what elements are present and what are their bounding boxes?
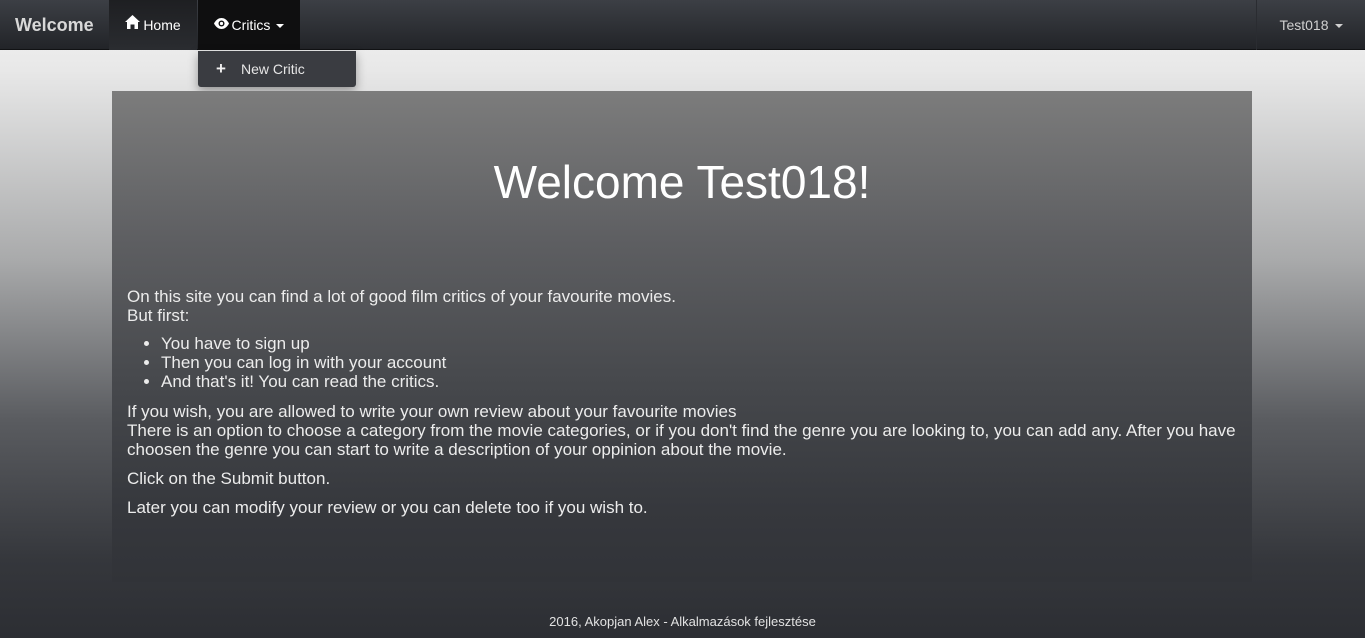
submit-info-text: Click on the Submit button. <box>127 469 331 488</box>
navbar-brand[interactable]: Welcome <box>0 0 109 50</box>
footer-text: 2016, Akopjan Alex - Alkalmazások fejles… <box>549 614 816 629</box>
chevron-down-icon <box>1334 24 1343 29</box>
menu-item-label: New Critic <box>241 61 305 77</box>
intro-text: But first: <box>127 306 190 325</box>
list-item: Then you can log in with your account <box>161 353 1237 372</box>
nav-user-label: Test018 <box>1279 17 1329 33</box>
category-info-text: There is an option to choose a category … <box>127 421 1236 459</box>
review-info-text: If you wish, you are allowed to write yo… <box>127 402 737 421</box>
list-item: You have to sign up <box>161 334 1237 353</box>
list-item: And that's it! You can read the critics. <box>161 372 1237 391</box>
steps-list: You have to sign up Then you can log in … <box>127 334 1237 391</box>
nav-home-label: Home <box>143 17 181 33</box>
page-title: Welcome Test018! <box>493 156 871 208</box>
menu-item-new-critic[interactable]: + New Critic <box>198 51 356 87</box>
intro-text: On this site you can find a lot of good … <box>127 287 676 306</box>
home-icon <box>125 0 141 49</box>
modify-info-text: Later you can modify your review or you … <box>127 498 648 517</box>
critics-dropdown-menu: + New Critic <box>198 51 356 87</box>
eye-icon <box>213 0 229 49</box>
nav-user-menu[interactable]: Test018 <box>1256 0 1365 50</box>
top-navbar: Welcome Home Critics Test018 <box>0 0 1365 50</box>
nav-home[interactable]: Home <box>109 0 197 50</box>
chevron-down-icon <box>276 24 285 29</box>
welcome-jumbotron: Welcome Test018! On this site you can fi… <box>112 91 1252 582</box>
nav-critics-label: Critics <box>231 17 271 33</box>
plus-icon: + <box>216 59 226 78</box>
nav-critics-dropdown[interactable]: Critics <box>198 0 300 50</box>
intro-content: On this site you can find a lot of good … <box>127 287 1237 517</box>
